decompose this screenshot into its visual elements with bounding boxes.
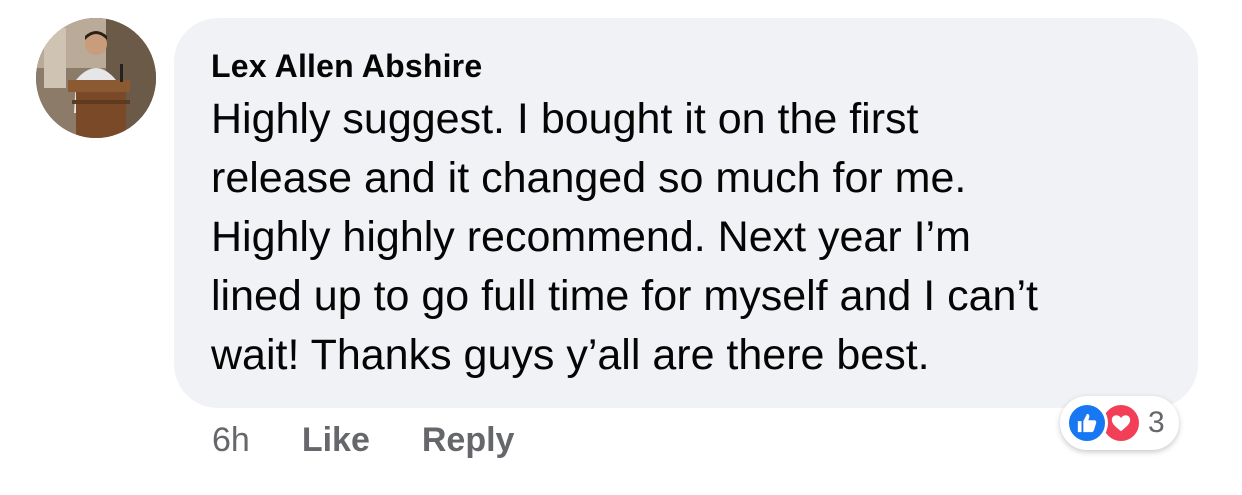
comment-actions: 6h Like Reply xyxy=(212,416,566,464)
comment-text: Highly suggest. I bought it on the first… xyxy=(211,95,1038,379)
like-button[interactable]: Like xyxy=(302,421,370,460)
comment-timestamp[interactable]: 6h xyxy=(212,421,250,460)
avatar-photo xyxy=(36,18,156,138)
like-icon xyxy=(1066,402,1108,444)
comment: Lex Allen Abshire Highly suggest. I boug… xyxy=(0,0,1242,495)
comment-bubble: Lex Allen Abshire Highly suggest. I boug… xyxy=(174,18,1198,408)
reply-button[interactable]: Reply xyxy=(422,421,515,460)
reaction-count: 3 xyxy=(1148,406,1165,439)
comment-author[interactable]: Lex Allen Abshire xyxy=(211,46,1162,86)
reactions-summary[interactable]: 3 xyxy=(1060,396,1179,450)
avatar[interactable] xyxy=(36,18,156,138)
